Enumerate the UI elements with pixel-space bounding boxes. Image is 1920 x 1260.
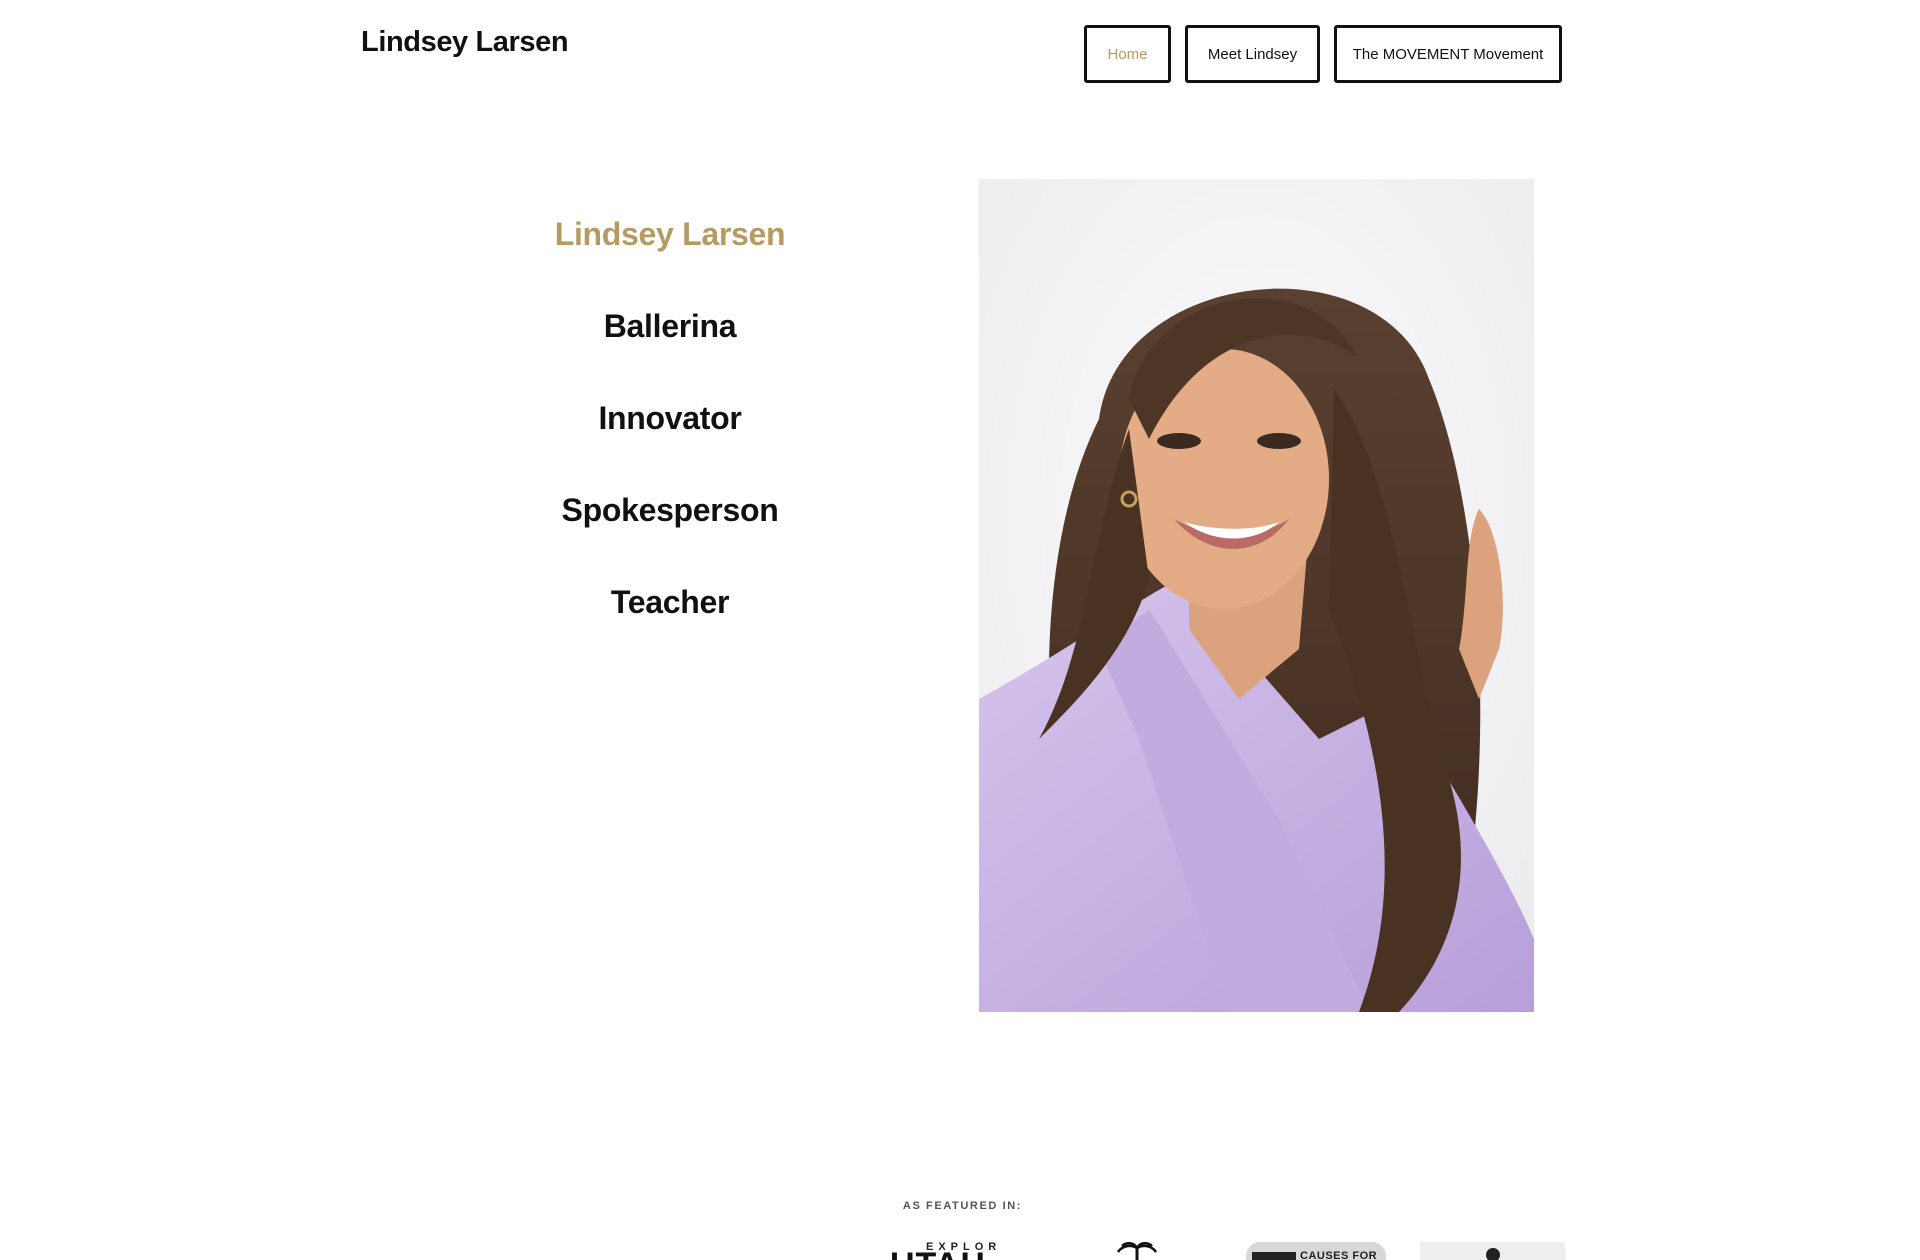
role-innovator: Innovator (598, 400, 742, 436)
featured-label: AS FEATURED IN: (902, 1200, 1023, 1212)
microphone-icon (1486, 1248, 1500, 1260)
role-teacher: Teacher (610, 584, 730, 620)
nav-meet-lindsey-button[interactable]: Meet Lindsey (1185, 25, 1320, 83)
featured-logos: EXPLORE UTAH CAUSES FOR (880, 1242, 1580, 1260)
palm-tree-icon (1116, 1242, 1158, 1260)
causes-for-logo[interactable]: CAUSES FOR (1246, 1242, 1386, 1260)
site-title[interactable]: Lindsey Larsen (361, 26, 569, 59)
portrait-illustration (979, 179, 1534, 1012)
page: Lindsey Larsen Home Meet Lindsey The MOV… (0, 0, 1920, 1260)
nav-movement-button[interactable]: The MOVEMENT Movement (1334, 25, 1562, 83)
hero-roles-list: Lindsey Larsen Ballerina Innovator Spoke… (470, 212, 870, 672)
palm-tree-logo[interactable] (1112, 1242, 1162, 1260)
role-spokesperson: Spokesperson (561, 492, 779, 528)
causes-for-logo-mark (1252, 1252, 1296, 1260)
nav-home-button[interactable]: Home (1084, 25, 1171, 83)
hero-name-heading: Lindsey Larsen (554, 216, 786, 252)
explore-utah-logo[interactable]: EXPLORE UTAH (890, 1242, 1000, 1260)
main-nav: Home Meet Lindsey The MOVEMENT Movement (1084, 25, 1562, 83)
portrait-photo (979, 179, 1534, 1012)
explore-utah-logo-main: UTAH (890, 1248, 986, 1260)
role-ballerina: Ballerina (603, 308, 737, 344)
causes-for-logo-text: CAUSES FOR (1300, 1250, 1378, 1260)
microphone-logo[interactable] (1420, 1242, 1565, 1260)
